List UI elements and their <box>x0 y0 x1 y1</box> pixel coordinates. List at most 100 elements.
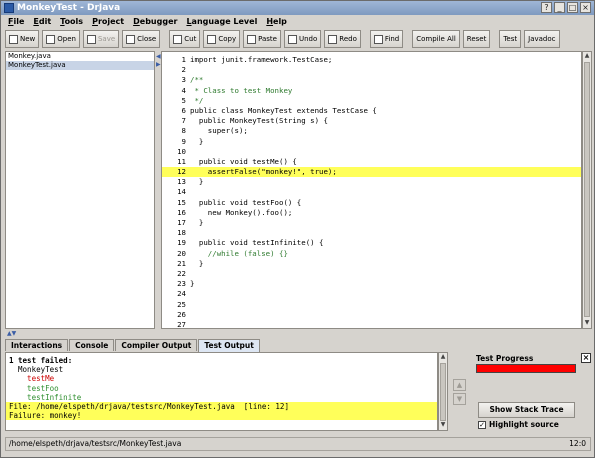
status-bar: /home/elspeth/drjava/testsrc/MonkeyTest.… <box>5 437 591 451</box>
code-text: } <box>190 279 195 289</box>
close-label: Close <box>137 35 157 43</box>
show-stack-trace-button[interactable]: Show Stack Trace <box>478 402 575 418</box>
copy-label: Copy <box>218 35 237 43</box>
tab-console[interactable]: Console <box>69 339 115 351</box>
previous-error-icon[interactable]: ▲ <box>453 379 466 391</box>
find-label: Find <box>384 35 400 43</box>
close-button[interactable]: Close <box>122 30 161 48</box>
help-window-icon[interactable]: ? <box>541 2 552 13</box>
code-line: 27 <box>162 320 581 328</box>
line-number: 25 <box>177 299 186 309</box>
find-button[interactable]: Find <box>369 30 404 48</box>
output-scrollbar[interactable]: ▲ ▼ <box>438 352 448 431</box>
scroll-up-icon[interactable]: ▲ <box>583 52 591 61</box>
close-window-icon[interactable]: × <box>580 2 591 13</box>
code-line: 3 /** <box>162 75 581 85</box>
line-number: 24 <box>177 289 186 299</box>
scroll-down-icon[interactable]: ▼ <box>583 319 591 328</box>
output-scroll-up-icon[interactable]: ▲ <box>439 353 447 362</box>
menu-language-level[interactable]: Language Level <box>186 17 257 26</box>
open-button[interactable]: Open <box>42 30 80 48</box>
code-line: 21 } <box>162 259 581 269</box>
drjava-window: MonkeyTest - DrJava ? _ □ × File Edit Tool… <box>0 0 595 458</box>
expand-right-icon[interactable]: ▶ <box>156 61 161 68</box>
highlight-source-checkbox[interactable]: ✓ <box>478 420 486 429</box>
highlight-source-option[interactable]: ✓ Highlight source <box>478 420 559 429</box>
code-line: 22 <box>162 269 581 279</box>
code-line: 1 import junit.framework.TestCase; <box>162 55 581 65</box>
line-number: 9 <box>181 136 186 146</box>
line-number: 23 <box>177 279 186 289</box>
line-number: 19 <box>177 238 186 248</box>
document-list-item[interactable]: MonkeyTest.java <box>6 61 154 70</box>
cut-button[interactable]: Cut <box>169 30 201 48</box>
code-line: 5 */ <box>162 96 581 106</box>
bottom-tabs: Interactions Console Compiler Output Test O… <box>5 339 260 352</box>
maximize-icon[interactable]: □ <box>567 2 578 13</box>
new-label: New <box>20 35 36 43</box>
new-button[interactable]: New <box>5 30 40 48</box>
editor-scrollbar[interactable]: ▲ ▼ <box>582 51 592 329</box>
reset-label: Reset <box>466 35 487 43</box>
code-text: /** <box>190 75 204 85</box>
document-list-item[interactable]: Monkey.java <box>6 52 154 61</box>
code-text: new Monkey().foo(); <box>190 207 293 217</box>
output-line: File: /home/elspeth/drjava/testsrc/Monke… <box>6 401 437 412</box>
scissors-icon <box>173 34 183 44</box>
menu-file[interactable]: File <box>8 17 24 26</box>
code-text: assertFalse("monkey!", true); <box>190 167 337 177</box>
code-line: 7 public MonkeyTest(String s) { <box>162 116 581 126</box>
line-number: 6 <box>181 105 186 115</box>
horizontal-divider[interactable]: ▲▼ <box>1 330 594 338</box>
code-text: //while (false) {} <box>190 248 288 258</box>
redo-button[interactable]: Redo <box>324 30 361 48</box>
compile-all-button[interactable]: Compile All <box>412 30 460 48</box>
menu-debugger[interactable]: Debugger <box>133 17 177 26</box>
line-number: 13 <box>177 177 186 187</box>
expand-left-icon[interactable]: ◀ <box>156 53 161 60</box>
javadoc-button[interactable]: Javadoc <box>524 30 560 48</box>
line-number: 26 <box>177 309 186 319</box>
copy-button[interactable]: Copy <box>203 30 241 48</box>
output-scroll-thumb[interactable] <box>440 363 446 421</box>
cursor-position: 12:0 <box>569 439 586 448</box>
tab-test-output[interactable]: Test Output <box>198 339 260 352</box>
next-error-icon[interactable]: ▼ <box>453 393 466 405</box>
code-line: 25 <box>162 300 581 310</box>
code-text: import junit.framework.TestCase; <box>190 55 333 64</box>
undo-icon <box>288 34 297 44</box>
code-line: 16 new Monkey().foo(); <box>162 208 581 218</box>
code-text: super(s); <box>190 126 248 136</box>
code-editor[interactable]: 1 import junit.framework.TestCase; 2 3 /** 4 … <box>161 51 582 329</box>
code-line: 20 //while (false) {} <box>162 249 581 259</box>
compile-all-label: Compile All <box>416 35 456 43</box>
output-line: Failure: monkey! <box>6 411 437 421</box>
output-scroll-down-icon[interactable]: ▼ <box>439 421 447 430</box>
code-line: 19 public void testInfinite() { <box>162 238 581 248</box>
line-number: 14 <box>177 187 186 197</box>
paste-button[interactable]: Paste <box>243 30 281 48</box>
test-button[interactable]: Test <box>499 30 522 48</box>
menu-tools[interactable]: Tools <box>60 17 83 26</box>
save-button[interactable]: Save <box>82 30 120 48</box>
cut-label: Cut <box>184 35 197 43</box>
tab-interactions[interactable]: Interactions <box>5 339 69 351</box>
close-panel-icon[interactable]: × <box>581 353 591 363</box>
output-line: 1 test failed: <box>9 356 73 365</box>
menu-help[interactable]: Help <box>266 17 287 26</box>
test-output-pane: 1 test failed: MonkeyTest testMe testFoo… <box>5 352 438 431</box>
test-progress-label: Test Progress <box>476 354 534 363</box>
scroll-thumb[interactable] <box>584 62 590 317</box>
code-line: 4 * Class to test Monkey <box>162 86 581 96</box>
expand-up-down-icon[interactable]: ▲▼ <box>7 330 16 337</box>
tab-compiler-output[interactable]: Compiler Output <box>115 339 198 351</box>
menu-edit[interactable]: Edit <box>33 17 51 26</box>
minimize-icon[interactable]: _ <box>554 2 565 13</box>
reset-button[interactable]: Reset <box>462 30 491 48</box>
undo-button[interactable]: Undo <box>284 30 322 48</box>
menu-project[interactable]: Project <box>92 17 124 26</box>
copy-icon <box>207 34 217 44</box>
test-progress-bar <box>476 364 576 373</box>
line-number: 15 <box>177 197 186 207</box>
line-number: 3 <box>181 75 186 85</box>
